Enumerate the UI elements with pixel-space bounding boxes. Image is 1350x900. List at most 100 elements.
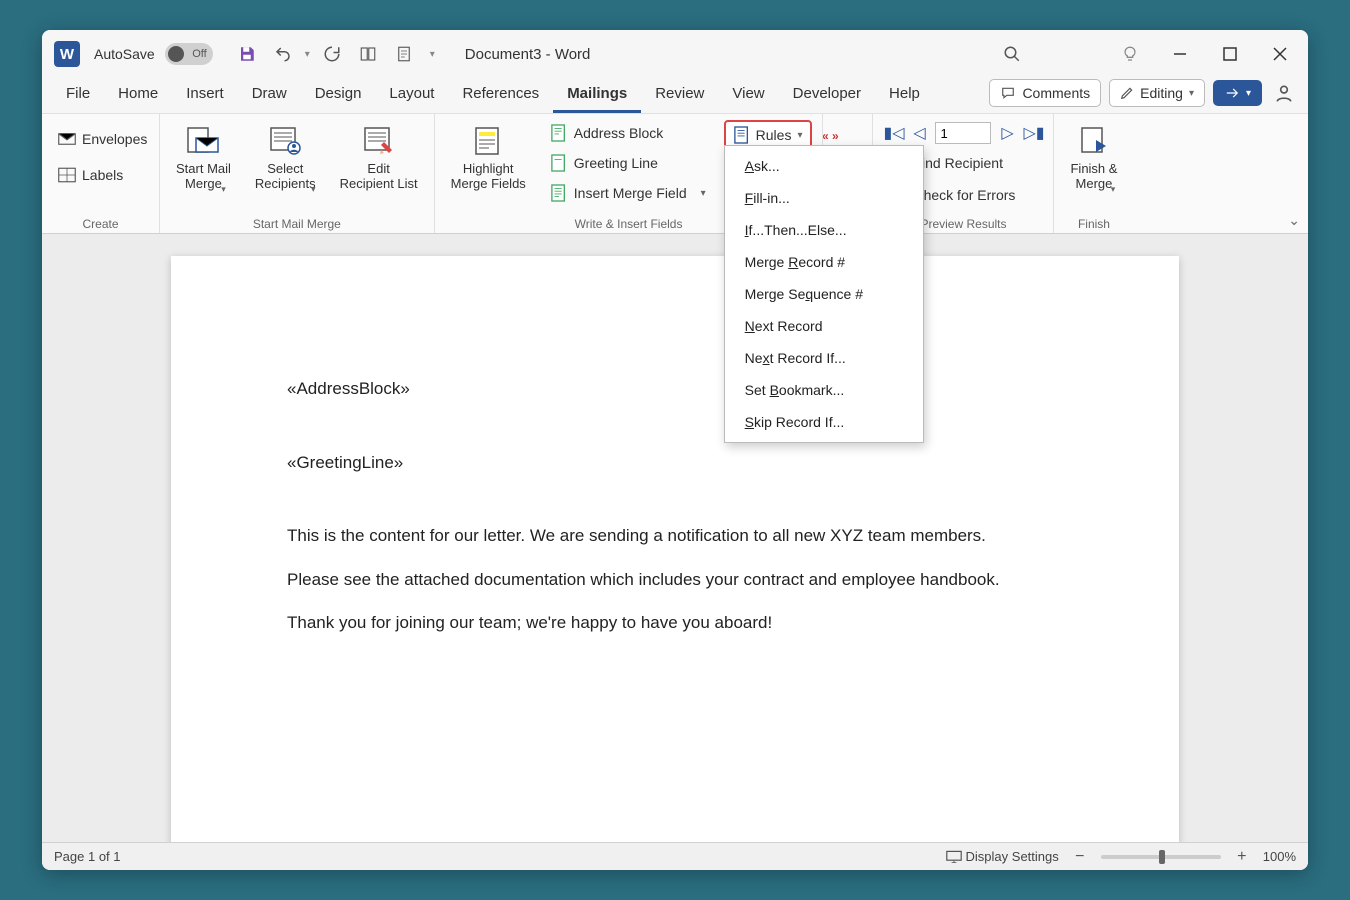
chevron-down-icon: ▾ xyxy=(797,130,802,141)
account-area[interactable] xyxy=(1046,38,1096,70)
envelopes-label: Envelopes xyxy=(82,131,147,147)
redo-button[interactable] xyxy=(318,40,346,68)
labels-button[interactable]: Labels xyxy=(52,162,129,188)
zoom-slider[interactable] xyxy=(1101,855,1221,859)
page-indicator[interactable]: Page 1 of 1 xyxy=(54,849,121,864)
tab-home[interactable]: Home xyxy=(104,77,172,113)
rules-menu-merge-sequence[interactable]: Merge Sequence # xyxy=(725,278,923,310)
tab-view[interactable]: View xyxy=(718,77,778,113)
search-icon xyxy=(1003,45,1021,63)
person-icon xyxy=(1274,83,1294,103)
next-record-button[interactable]: ▷ xyxy=(997,123,1017,143)
chevron-down-icon: ▾ xyxy=(221,184,226,194)
rules-menu-set-bookmark[interactable]: Set Bookmark... xyxy=(725,374,923,406)
rules-menu-ifthenelse[interactable]: If...Then...Else... xyxy=(725,214,923,246)
edit-recipient-list-button[interactable]: Edit Recipient List xyxy=(334,120,424,196)
prev-record-button[interactable]: ◁ xyxy=(909,123,929,143)
help-lightbulb-button[interactable] xyxy=(1114,38,1146,70)
pencil-icon xyxy=(1120,86,1134,100)
ribbon: Envelopes Labels Create Start Mail Merge… xyxy=(42,114,1308,234)
rules-menu-skip-record-if[interactable]: Skip Record If... xyxy=(725,406,923,438)
ribbon-tabs: File Home Insert Draw Design Layout Refe… xyxy=(42,78,1308,114)
group-create: Envelopes Labels Create xyxy=(42,114,160,233)
address-block-button[interactable]: Address Block xyxy=(544,120,712,146)
highlight-merge-fields-button[interactable]: Highlight Merge Fields xyxy=(445,120,532,196)
tab-insert[interactable]: Insert xyxy=(172,77,238,113)
group-finish-label: Finish xyxy=(1064,215,1123,231)
chevron-down-icon: ▾ xyxy=(701,188,706,199)
close-button[interactable] xyxy=(1264,38,1296,70)
share-button[interactable]: ▾ xyxy=(1213,80,1262,106)
rules-menu-next-record[interactable]: Next Record xyxy=(725,310,923,342)
finish-merge-button[interactable]: Finish & Merge ▾ xyxy=(1064,120,1123,198)
autosave-state: Off xyxy=(192,48,206,60)
insert-merge-field-button[interactable]: Insert Merge Field ▾ xyxy=(544,180,712,206)
maximize-button[interactable] xyxy=(1214,38,1246,70)
insert-field-icon xyxy=(550,184,568,202)
rules-menu-next-record-if[interactable]: Next Record If... xyxy=(725,342,923,374)
tab-developer[interactable]: Developer xyxy=(779,77,875,113)
autosave-toggle[interactable]: Off xyxy=(165,43,213,65)
qat-button-1[interactable] xyxy=(354,40,382,68)
editing-mode-button[interactable]: Editing ▾ xyxy=(1109,79,1205,107)
undo-chevron-icon[interactable]: ▾ xyxy=(305,49,310,60)
display-settings-button[interactable]: Display Settings xyxy=(946,849,1059,864)
minimize-button[interactable] xyxy=(1164,38,1196,70)
qat-customize-icon[interactable]: ▾ xyxy=(430,49,435,60)
address-block-label: Address Block xyxy=(574,125,663,141)
comments-button[interactable]: Comments xyxy=(989,79,1101,107)
insert-merge-field-label: Insert Merge Field xyxy=(574,185,687,201)
tab-file[interactable]: File xyxy=(52,77,104,113)
finish-merge-icon xyxy=(1077,124,1111,158)
last-record-button[interactable]: ▷▮ xyxy=(1023,123,1043,143)
tab-draw[interactable]: Draw xyxy=(238,77,301,113)
rules-menu-fillin[interactable]: Fill-in... xyxy=(725,182,923,214)
zoom-in-button[interactable]: + xyxy=(1233,848,1251,866)
group-finish: Finish & Merge ▾ Finish xyxy=(1054,114,1133,233)
tab-help[interactable]: Help xyxy=(875,77,934,113)
undo-icon xyxy=(273,45,293,63)
zoom-level[interactable]: 100% xyxy=(1263,849,1296,864)
autosave-label: AutoSave xyxy=(94,46,155,62)
start-mail-merge-button[interactable]: Start Mail Merge ▾ xyxy=(170,120,237,198)
document-page[interactable]: «AddressBlock» «GreetingLine» This is th… xyxy=(171,256,1179,842)
search-button[interactable] xyxy=(996,38,1028,70)
qat-button-2[interactable] xyxy=(390,40,418,68)
greeting-line-button[interactable]: Greeting Line xyxy=(544,150,712,176)
group-start-mail-merge: Start Mail Merge ▾ Select Recipients ▾ E… xyxy=(160,114,435,233)
highlight-icon xyxy=(471,124,505,158)
minimize-icon xyxy=(1173,47,1187,61)
collapse-ribbon-button[interactable]: ⌄ xyxy=(1288,212,1300,229)
labels-icon xyxy=(58,166,76,184)
tab-layout[interactable]: Layout xyxy=(375,77,448,113)
envelopes-button[interactable]: Envelopes xyxy=(52,126,153,152)
chevron-down-icon: ▾ xyxy=(1189,88,1194,99)
record-number-input[interactable] xyxy=(935,122,991,144)
tab-review[interactable]: Review xyxy=(641,77,718,113)
status-bar: Page 1 of 1 Display Settings − + 100% xyxy=(42,842,1308,870)
rules-label: Rules xyxy=(756,127,792,143)
word-logo-icon: W xyxy=(54,41,80,67)
lightbulb-icon xyxy=(1122,44,1138,64)
save-button[interactable] xyxy=(233,40,261,68)
zoom-out-button[interactable]: − xyxy=(1071,848,1089,866)
find-recipient-label: Find Recipient xyxy=(913,155,1003,171)
quick-access-toolbar: ▾ ▾ xyxy=(233,40,435,68)
zoom-thumb-icon xyxy=(1159,850,1165,864)
group-create-label: Create xyxy=(52,215,149,231)
tab-design[interactable]: Design xyxy=(301,77,376,113)
first-record-button[interactable]: ▮◁ xyxy=(883,123,903,143)
profile-button[interactable] xyxy=(1270,77,1298,109)
select-recipients-button[interactable]: Select Recipients ▾ xyxy=(249,120,322,198)
page-icon xyxy=(395,45,413,63)
tab-mailings[interactable]: Mailings xyxy=(553,77,641,113)
undo-button[interactable] xyxy=(269,40,297,68)
tab-references[interactable]: References xyxy=(448,77,553,113)
rules-menu-ask[interactable]: Ask... xyxy=(725,150,923,182)
document-area[interactable]: «AddressBlock» «GreetingLine» This is th… xyxy=(42,234,1308,842)
redo-icon xyxy=(323,45,341,63)
select-recipients-label: Select Recipients xyxy=(255,162,316,192)
rules-menu-merge-record[interactable]: Merge Record # xyxy=(725,246,923,278)
group-write-insert: Highlight Merge Fields Address Block Gre… xyxy=(435,114,824,233)
edit-list-icon xyxy=(362,124,396,158)
